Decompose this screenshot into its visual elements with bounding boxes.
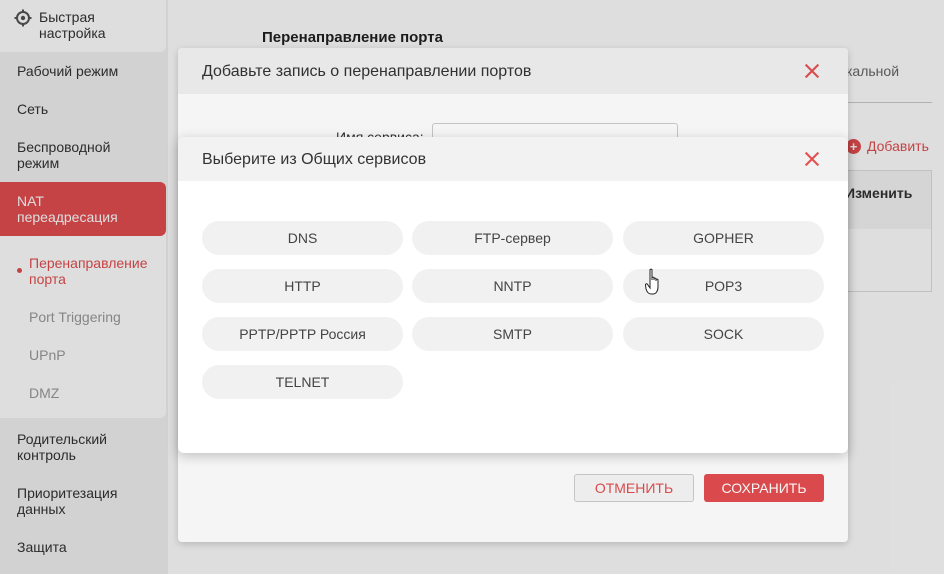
service-option-ftp[interactable]: FTP-сервер bbox=[412, 221, 613, 255]
service-option-http[interactable]: HTTP bbox=[202, 269, 403, 303]
service-option-dns[interactable]: DNS bbox=[202, 221, 403, 255]
service-option-nntp[interactable]: NNTP bbox=[412, 269, 613, 303]
service-option-smtp[interactable]: SMTP bbox=[412, 317, 613, 351]
service-option-pptp[interactable]: PPTP/PPTP Россия bbox=[202, 317, 403, 351]
service-option-telnet[interactable]: TELNET bbox=[202, 365, 403, 399]
service-option-gopher[interactable]: GOPHER bbox=[623, 221, 824, 255]
close-icon[interactable] bbox=[803, 150, 821, 168]
hand-cursor-icon bbox=[645, 268, 659, 295]
common-services-dialog: Выберите из Общих сервисов DNS FTP-серве… bbox=[178, 137, 848, 453]
service-option-sock[interactable]: SOCK bbox=[623, 317, 824, 351]
dialog-title: Выберите из Общих сервисов bbox=[202, 151, 427, 168]
dialog-header: Выберите из Общих сервисов bbox=[178, 137, 848, 181]
